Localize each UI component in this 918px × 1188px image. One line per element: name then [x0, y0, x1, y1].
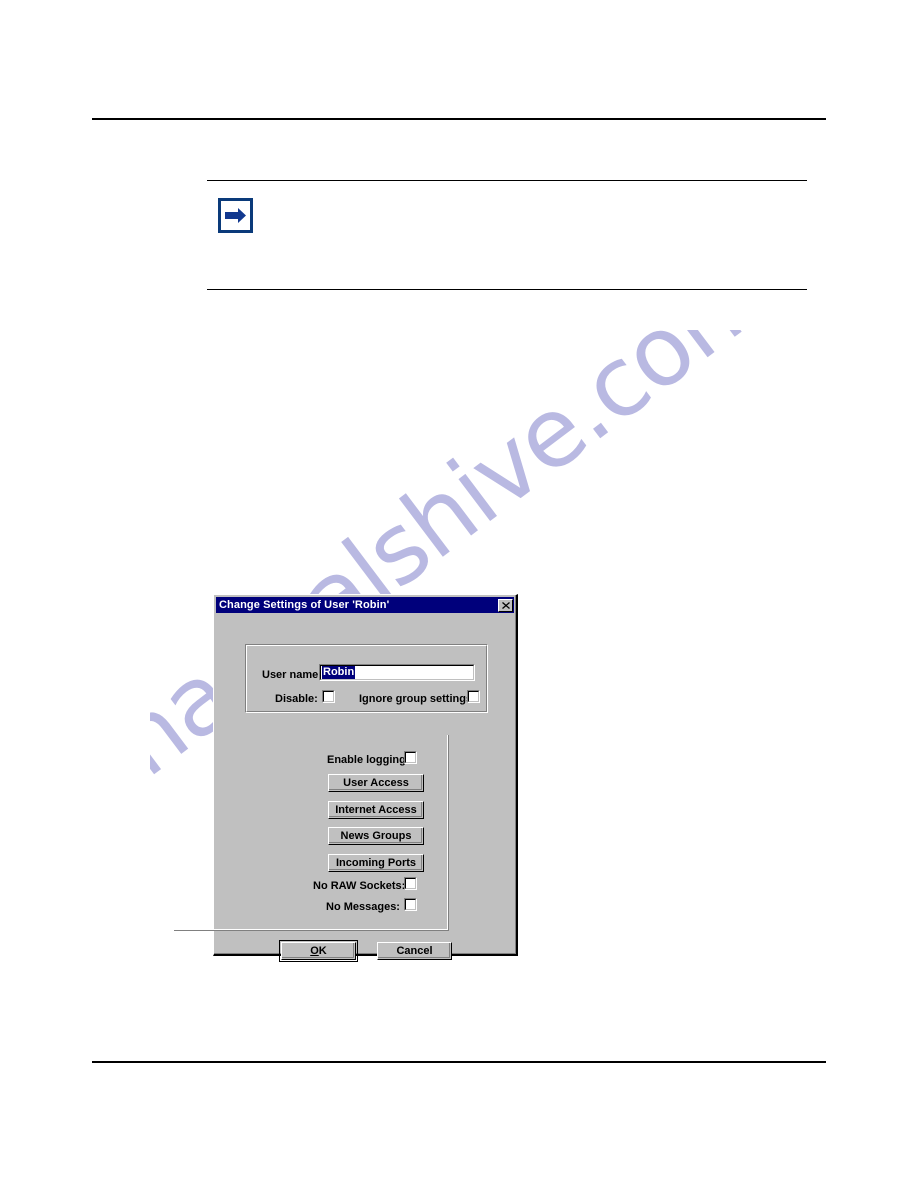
blue-right-arrow-icon [221, 201, 250, 230]
no-raw-sockets-checkbox[interactable] [404, 877, 417, 890]
enable-logging-label: Enable logging: [327, 754, 410, 766]
incoming-ports-button-label: Incoming Ports [335, 857, 417, 869]
ignore-group-settings-checkbox[interactable] [467, 690, 480, 703]
ok-button-rest: K [318, 945, 327, 957]
internet-access-button-label: Internet Access [335, 804, 417, 816]
close-icon[interactable] [498, 598, 513, 612]
page-top-rule [92, 118, 826, 120]
no-raw-sockets-label: No RAW Sockets: [313, 880, 406, 892]
news-groups-button[interactable]: News Groups [328, 827, 424, 845]
ok-button-label: OK [310, 945, 327, 957]
username-input[interactable]: Robin [319, 664, 475, 681]
incoming-ports-button[interactable]: Incoming Ports [328, 854, 424, 872]
no-messages-label: No Messages: [326, 901, 400, 913]
no-messages-checkbox[interactable] [404, 898, 417, 911]
ignore-group-settings-label: Ignore group settings: [359, 693, 476, 705]
note-bottom-rule [207, 289, 807, 290]
note-callout [207, 180, 807, 290]
username-value: Robin [322, 666, 356, 679]
disable-label: Disable: [275, 693, 318, 705]
dialog-title: Change Settings of User 'Robin' [219, 599, 390, 611]
note-top-rule [207, 180, 807, 181]
change-user-settings-dialog[interactable]: Change Settings of User 'Robin' User nam… [174, 594, 518, 962]
disable-checkbox[interactable] [322, 690, 335, 703]
note-icon-box [218, 198, 253, 233]
internet-access-button[interactable]: Internet Access [328, 801, 424, 819]
news-groups-button-label: News Groups [340, 830, 412, 842]
enable-logging-checkbox[interactable] [404, 751, 417, 764]
username-input-bevel: Robin [320, 665, 474, 680]
cancel-button[interactable]: Cancel [377, 942, 452, 960]
ok-accelerator: O [310, 945, 319, 957]
page-bottom-rule [92, 1061, 826, 1063]
username-label: User name: [262, 669, 322, 681]
ok-button[interactable]: OK [279, 940, 358, 962]
dialog-titlebar[interactable]: Change Settings of User 'Robin' [216, 597, 514, 613]
user-access-button-label: User Access [343, 777, 409, 789]
cancel-button-label: Cancel [396, 945, 433, 957]
user-access-button[interactable]: User Access [328, 774, 424, 792]
dialog-body: User name: Robin Disable: Ignore group s… [174, 613, 516, 962]
